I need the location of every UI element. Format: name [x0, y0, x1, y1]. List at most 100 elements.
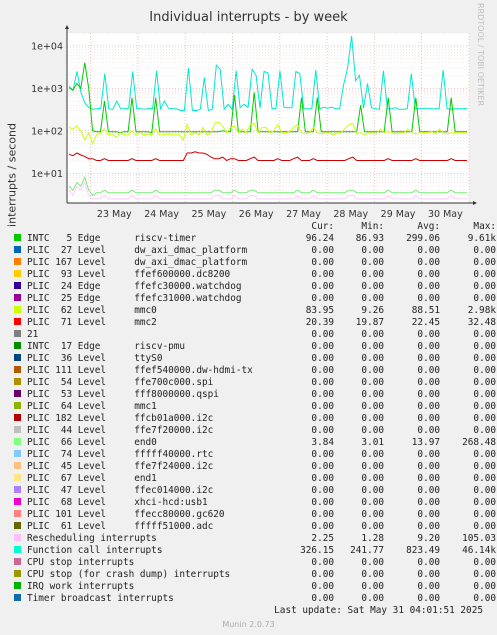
legend-label: PLIC 67 Level end1 — [27, 473, 157, 484]
legend-swatch — [14, 558, 21, 565]
legend-row: PLIC 74 Level fffff40000.rtc 0.00 0.00 0.00… — [14, 449, 496, 461]
legend-avg: 0.00 — [417, 449, 440, 460]
legend-label: PLIC 44 Level ffe7f20000.i2c — [27, 425, 214, 436]
legend-avg: 0.00 — [417, 473, 440, 484]
legend-row: PLIC 62 Level mmc0 83.95 9.26 88.51 2.98k — [14, 305, 496, 317]
legend-swatch — [14, 342, 21, 349]
legend-max: 0.00 — [473, 329, 496, 340]
legend-avg: 0.00 — [417, 521, 440, 532]
legend-label-cell: PLIC 44 Level ffe7f20000.i2c — [14, 425, 282, 437]
legend-max: 0.00 — [473, 245, 496, 256]
legend-swatch — [14, 330, 21, 337]
legend-swatch — [14, 306, 21, 313]
legend-avg: 0.00 — [417, 377, 440, 388]
legend-max: 9.61k — [467, 233, 496, 244]
legend-row: PLIC 101 Level ffecc80000.gc620 0.00 0.00 0… — [14, 509, 496, 521]
x-tick-label: 25 May — [192, 209, 227, 220]
y-tick-label: 1e+04 — [31, 41, 63, 52]
legend-min: 0.00 — [361, 269, 384, 280]
legend-swatch — [14, 474, 21, 481]
legend-label: PLIC 25 Edge ffefc31000.watchdog — [27, 293, 242, 304]
legend-label-cell: CPU stop (for crash dump) interrupts — [14, 569, 282, 581]
legend-swatch — [14, 546, 21, 553]
legend-cur: 0.00 — [311, 281, 334, 292]
legend-label: PLIC 111 Level ffef540000.dw-hdmi-tx — [27, 365, 253, 376]
legend-max: 0.00 — [473, 497, 496, 508]
legend-swatch — [14, 522, 21, 529]
legend-min: 0.00 — [361, 425, 384, 436]
legend-min: 1.28 — [361, 533, 384, 544]
legend-row: Timer broadcast interrupts 0.00 0.00 0.00 0.… — [14, 593, 496, 605]
legend-label-cell: PLIC 45 Level ffe7f24000.i2c — [14, 461, 282, 473]
legend-avg: 0.00 — [417, 293, 440, 304]
legend-cur: 0.00 — [311, 473, 334, 484]
legend-body: INTC 5 Edge riscv-timer 96.24 86.93 299.06 9… — [14, 233, 496, 605]
legend-row: PLIC 66 Level end0 3.84 3.01 13.97 268.48 — [14, 437, 496, 449]
legend-label-cell: PLIC 25 Edge ffefc31000.watchdog — [14, 293, 282, 305]
legend-label: PLIC 36 Level ttyS0 — [27, 353, 163, 364]
legend-row: PLIC 44 Level ffe7f20000.i2c 0.00 0.00 0.00… — [14, 425, 496, 437]
legend-row: IRQ work interrupts 0.00 0.00 0.00 0.00 — [14, 581, 496, 593]
legend-cur: 0.00 — [311, 497, 334, 508]
legend-min: 0.00 — [361, 377, 384, 388]
legend-max: 0.00 — [473, 593, 496, 604]
legend-min: 0.00 — [361, 569, 384, 580]
legend-label-cell: PLIC 61 Level fffff51000.adc — [14, 521, 282, 533]
legend-max: 0.00 — [473, 569, 496, 580]
x-tick-label: 30 May — [428, 209, 463, 220]
legend-label-cell: PLIC 66 Level end0 — [14, 437, 282, 449]
legend-cur: 326.15 — [300, 545, 334, 556]
legend-avg: 0.00 — [417, 281, 440, 292]
legend-swatch — [14, 438, 21, 445]
legend-row: PLIC 24 Edge ffefc30000.watchdog 0.00 0.00… — [14, 281, 496, 293]
legend-max: 0.00 — [473, 509, 496, 520]
legend-label: INTC 5 Edge riscv-timer — [27, 233, 197, 244]
legend-row: INTC 17 Edge riscv-pmu 0.00 0.00 0.00 0.00 — [14, 341, 496, 353]
legend-max: 0.00 — [473, 269, 496, 280]
legend-row: PLIC 54 Level ffe700c000.spi 0.00 0.00 0.00… — [14, 377, 496, 389]
legend-row: CPU stop interrupts 0.00 0.00 0.00 0.00 — [14, 557, 496, 569]
legend-row: Function call interrupts 326.15 241.77 823.… — [14, 545, 496, 557]
x-tick-label: 29 May — [381, 209, 416, 220]
legend-min: 9.26 — [361, 305, 384, 316]
legend-min: 0.00 — [361, 461, 384, 472]
legend-avg: 0.00 — [417, 461, 440, 472]
legend-max: 0.00 — [473, 293, 496, 304]
legend-row: PLIC 45 Level ffe7f24000.i2c 0.00 0.00 0.00… — [14, 461, 496, 473]
legend-min: 0.00 — [361, 485, 384, 496]
legend-label: PLIC 27 Level dw_axi_dmac_platform — [27, 245, 248, 256]
legend-cur: 0.00 — [311, 353, 334, 364]
legend-cur: 96.24 — [305, 233, 334, 244]
legend-label-cell: PLIC 67 Level end1 — [14, 473, 282, 485]
legend-swatch — [14, 234, 21, 241]
x-tick-label: 24 May — [144, 209, 179, 220]
legend-swatch — [14, 510, 21, 517]
legend-max: 0.00 — [473, 485, 496, 496]
legend-max: 0.00 — [473, 473, 496, 484]
x-tick-label: 26 May — [239, 209, 274, 220]
legend-swatch — [14, 486, 21, 493]
legend-label: PLIC 74 Level fffff40000.rtc — [27, 449, 214, 460]
legend-cur: 0.00 — [311, 413, 334, 424]
legend-cur: 0.00 — [311, 365, 334, 376]
legend-avg: 0.00 — [417, 509, 440, 520]
legend-cur: 0.00 — [311, 509, 334, 520]
legend-label-cell: PLIC 182 Level ffcb01a000.i2c — [14, 413, 282, 425]
legend-label-cell: Timer broadcast interrupts — [14, 593, 282, 605]
legend-swatch — [14, 462, 21, 469]
legend-avg: 0.00 — [417, 269, 440, 280]
legend-min: 0.00 — [361, 509, 384, 520]
legend-min: 0.00 — [361, 365, 384, 376]
legend-avg: 88.51 — [411, 305, 440, 316]
legend-row: PLIC 36 Level ttyS0 0.00 0.00 0.00 0.00 — [14, 353, 496, 365]
legend-min: 0.00 — [361, 353, 384, 364]
legend-label-cell: PLIC 53 Level fff8000000.qspi — [14, 389, 282, 401]
legend-label: PLIC 167 Level dw_axi_dmac_platform — [27, 257, 248, 268]
legend-label: Timer broadcast interrupts — [27, 593, 174, 604]
legend-label-cell: PLIC 111 Level ffef540000.dw-hdmi-tx — [14, 365, 282, 377]
legend-max: 0.00 — [473, 521, 496, 532]
legend-row: PLIC 25 Edge ffefc31000.watchdog 0.00 0.00… — [14, 293, 496, 305]
legend-label: PLIC 101 Level ffecc80000.gc620 — [27, 509, 225, 520]
legend-swatch — [14, 594, 21, 601]
legend-row: PLIC 64 Level mmc1 0.00 0.00 0.00 0.00 — [14, 401, 496, 413]
